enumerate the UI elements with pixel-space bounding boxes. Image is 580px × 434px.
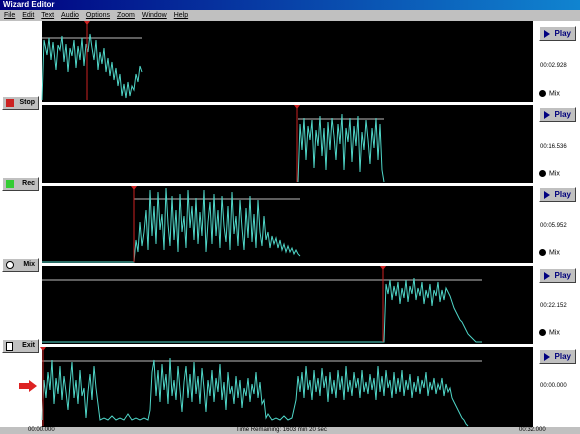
- mix-radio-label: Mix: [549, 90, 560, 98]
- play-button-track-2[interactable]: Play: [539, 107, 576, 122]
- mix-radio-track-3[interactable]: Mix: [539, 249, 560, 257]
- track-time: 00:00.000: [540, 383, 567, 389]
- rec-label: Rec: [22, 180, 35, 187]
- mix-radio-label: Mix: [549, 170, 560, 178]
- start-time: 00:00.000: [28, 427, 55, 433]
- track-time: 00:05.952: [540, 223, 567, 229]
- mix-radio-track-2[interactable]: Mix: [539, 170, 560, 178]
- waveform-track-1: [41, 33, 143, 101]
- mix-radio-track-1[interactable]: Mix: [539, 90, 560, 98]
- track-time: 00:02.928: [540, 63, 567, 69]
- marker-handle[interactable]: [131, 186, 137, 190]
- waveform-track-2: [297, 113, 385, 183]
- stop-button[interactable]: Stop: [2, 96, 39, 110]
- play-button-track-4[interactable]: Play: [539, 268, 576, 283]
- play-label: Play: [554, 110, 571, 119]
- exit-button[interactable]: Exit: [2, 339, 39, 353]
- play-label: Play: [554, 352, 571, 361]
- waveform-track-5: [41, 357, 469, 427]
- play-button-track-1[interactable]: Play: [539, 26, 576, 41]
- radio-icon: [539, 170, 546, 177]
- play-button-track-5[interactable]: Play: [539, 349, 576, 364]
- mix-radio-label: Mix: [549, 329, 560, 337]
- marker-handle[interactable]: [294, 105, 300, 109]
- stop-label: Stop: [19, 99, 35, 106]
- marker-handle[interactable]: [84, 21, 90, 25]
- radio-icon: [539, 90, 546, 97]
- record-icon: [6, 180, 14, 188]
- waveform-overlay: [40, 21, 482, 427]
- rec-button[interactable]: Rec: [2, 177, 39, 191]
- mix-radio-track-4[interactable]: Mix: [539, 329, 560, 337]
- play-button-track-3[interactable]: Play: [539, 187, 576, 202]
- radio-icon: [539, 329, 546, 336]
- play-label: Play: [554, 190, 571, 199]
- current-track-arrow-icon: [19, 380, 37, 392]
- play-label: Play: [554, 29, 571, 38]
- stop-icon: [6, 99, 14, 107]
- play-icon: [544, 191, 550, 199]
- track-time: 00:22.152: [540, 303, 567, 309]
- radio-icon: [539, 249, 546, 256]
- play-icon: [544, 353, 550, 361]
- status-bar: 00:00.000 Time Remaining: 1603 min 20 se…: [0, 427, 580, 434]
- play-icon: [544, 30, 550, 38]
- track-time: 00:16.536: [540, 144, 567, 150]
- mix-button[interactable]: Mix: [2, 258, 39, 272]
- end-time: 00:32.000: [519, 427, 546, 433]
- play-icon: [544, 272, 550, 280]
- exit-label: Exit: [22, 342, 35, 349]
- waveform-track-4: [42, 277, 482, 343]
- mix-label: Mix: [23, 261, 35, 268]
- mix-radio-label: Mix: [549, 249, 560, 257]
- play-icon: [544, 111, 550, 119]
- marker-handle[interactable]: [380, 266, 386, 270]
- marker-handle[interactable]: [40, 347, 46, 351]
- mix-icon: [6, 261, 14, 269]
- exit-icon: [6, 342, 13, 351]
- play-label: Play: [554, 271, 571, 280]
- time-remaining: Time Remaining: 1603 min 20 sec: [236, 427, 327, 433]
